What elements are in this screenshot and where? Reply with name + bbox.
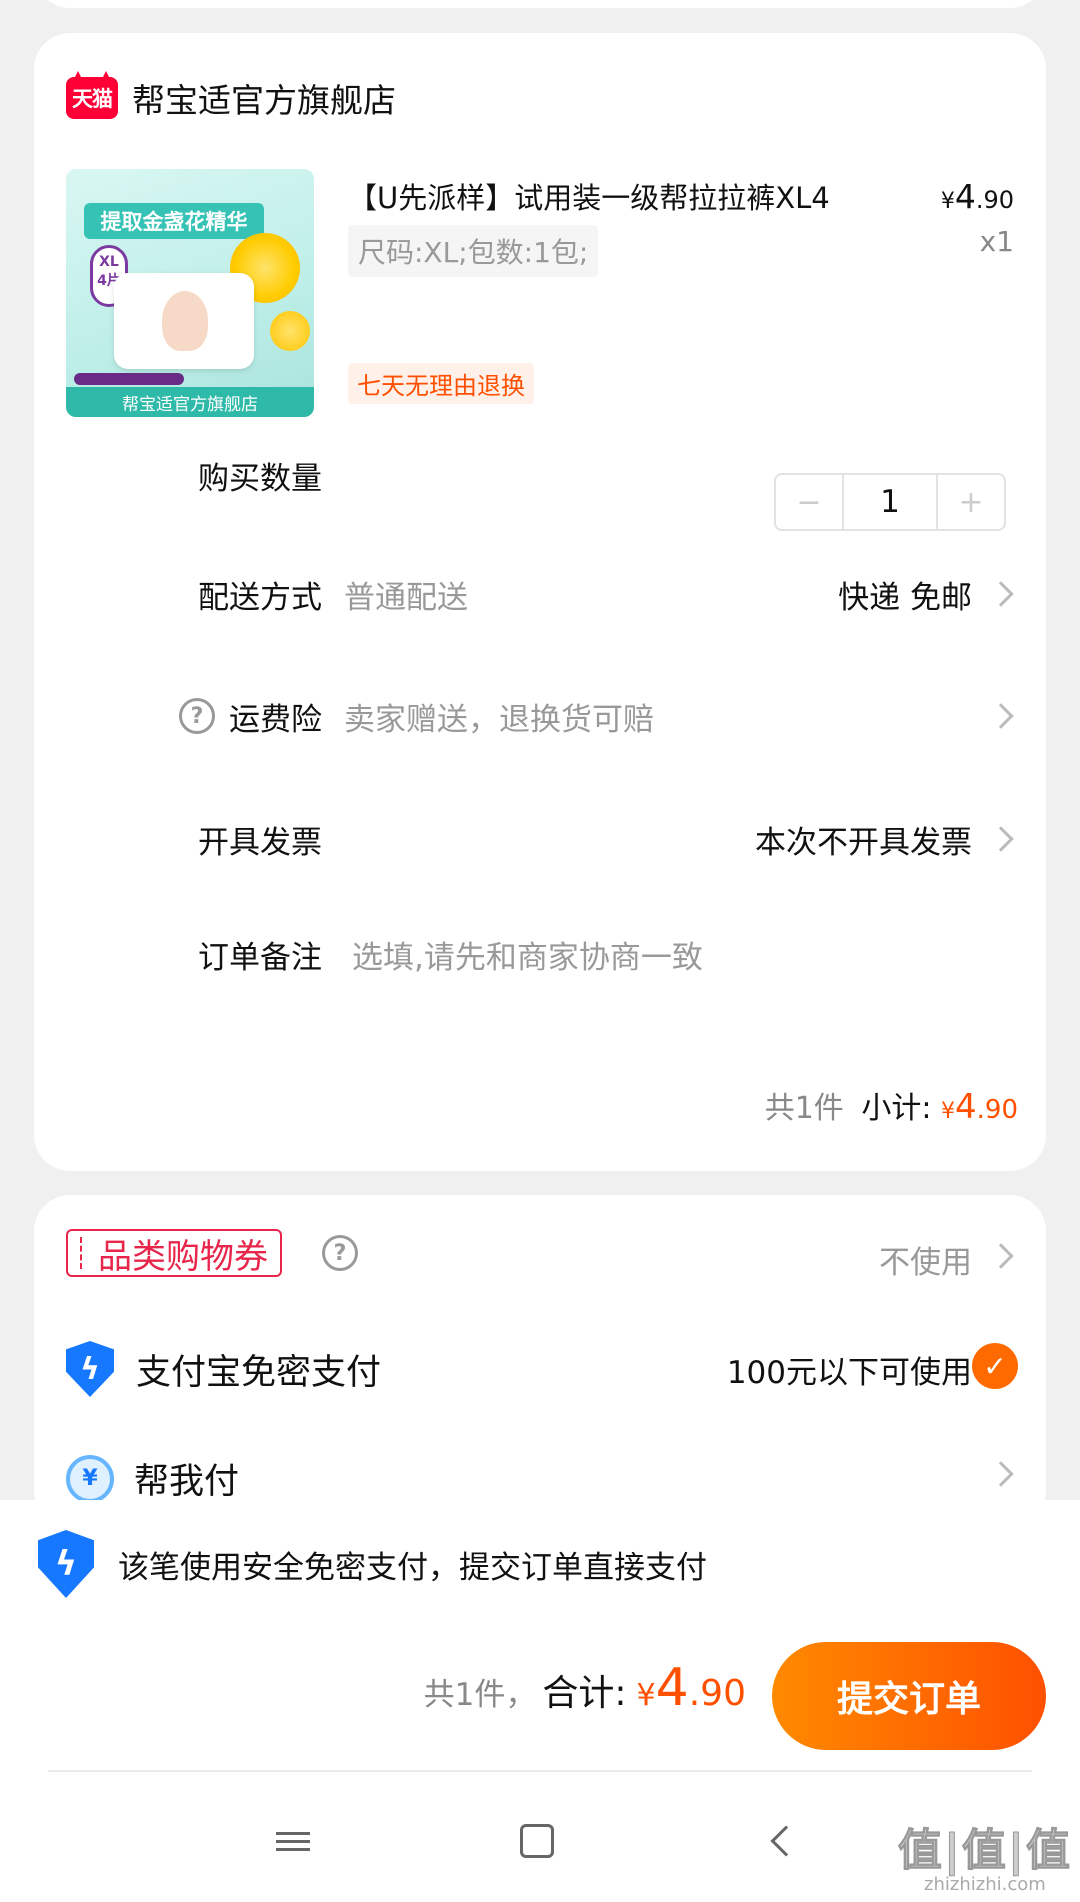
increase-button[interactable]: + <box>938 475 1004 529</box>
divider <box>48 1770 1032 1772</box>
shipping-insurance-row[interactable]: ? 运费险 卖家赠送，退换货可赔 <box>34 686 1046 746</box>
order-note-label: 订单备注 <box>198 939 322 976</box>
store-name: 帮宝适官方旗舰店 <box>132 81 396 120</box>
chevron-right-icon <box>988 703 1014 729</box>
quantity-value[interactable]: 1 <box>842 475 938 529</box>
yen-circle-icon: ¥ <box>66 1454 114 1503</box>
previous-card-edge <box>34 0 1046 8</box>
shipping-insurance-label: ? 运费险 <box>179 694 322 739</box>
subtotal-amount: ¥4.90 <box>941 1087 1018 1127</box>
shipping-insurance-value: 卖家赠送，退换货可赔 <box>344 701 654 738</box>
price-currency: ¥ <box>940 189 955 214</box>
back-chevron-icon <box>770 1825 802 1857</box>
tmall-logo-text: 天猫 <box>72 87 113 111</box>
chevron-right-icon <box>988 826 1014 852</box>
category-coupon-tag: 品类购物券 <box>66 1229 282 1277</box>
product-image-footer: 帮宝适官方旗舰店 <box>66 387 314 417</box>
total-label: 合计: <box>542 1673 627 1714</box>
chevron-right-icon[interactable] <box>988 1243 1014 1269</box>
secure-payment-text: 该笔使用安全免密支付，提交订单直接支付 <box>118 1549 707 1586</box>
total-count: 共1件， <box>423 1677 537 1713</box>
decrease-button[interactable]: − <box>776 475 842 529</box>
shipping-insurance-label-text: 运费险 <box>229 701 322 738</box>
coupon-help-icon[interactable]: ? <box>322 1235 358 1271</box>
lightning-shield-icon: ϟ <box>66 1341 114 1397</box>
secure-payment-notice: ϟ 该笔使用安全免密支付，提交订单直接支付 <box>38 1530 707 1598</box>
subtotal-currency: ¥ <box>941 1099 955 1124</box>
help-me-pay-row[interactable]: ¥ 帮我付 <box>66 1453 239 1504</box>
question-circle-icon[interactable]: ? <box>179 698 215 734</box>
delivery-label: 配送方式 <box>198 579 322 616</box>
price-dec: .90 <box>975 186 1014 214</box>
coupon-value[interactable]: 不使用 <box>879 1237 972 1282</box>
menu-icon[interactable] <box>258 1806 328 1876</box>
product-spec: 尺码:XL;包数:1包; <box>348 225 599 277</box>
size-badge-size: XL <box>99 254 119 270</box>
payment-card: 品类购物券 ? 不使用 ϟ 支付宝免密支付 100元以下可使用 ✓ ¥ 帮我付 <box>34 1195 1046 1525</box>
check-circle-icon[interactable]: ✓ <box>972 1343 1018 1389</box>
product-quantity: x1 <box>979 225 1014 258</box>
product-title[interactable]: 【U先派样】试用装一级帮拉拉裤XL4 <box>348 175 830 217</box>
order-note-row: 订单备注 选填,请先和商家协商一致 <box>34 924 1046 984</box>
invoice-label: 开具发票 <box>198 824 322 861</box>
watermark: 值|值|值 zhizhizhi.com <box>897 1814 1072 1896</box>
subtotal: 共1件 小计: ¥4.90 <box>765 1083 1018 1127</box>
store-order-card: 天猫 帮宝适官方旗舰店 提取金盏花精华 XL 4片 帮宝适官方旗舰店 【U先派样… <box>34 33 1046 1171</box>
delivery-value: 普通配送 <box>344 579 468 616</box>
watermark-logo: 值|值|值 <box>897 1825 1072 1877</box>
home-button[interactable] <box>502 1806 572 1876</box>
alipay-password-free-row: ϟ 支付宝免密支付 <box>66 1341 381 1397</box>
alipay-label: 支付宝免密支付 <box>136 1352 382 1393</box>
delivery-row[interactable]: 配送方式 普通配送 快递 免邮 <box>34 564 1046 624</box>
delivery-method: 快递 免邮 <box>838 579 972 616</box>
store-header[interactable]: 天猫 帮宝适官方旗舰店 <box>66 73 396 123</box>
weight-range-strip <box>74 373 184 385</box>
order-confirm-page: 天猫 帮宝适官方旗舰店 提取金盏花精华 XL 4片 帮宝适官方旗舰店 【U先派样… <box>0 0 1080 1902</box>
back-button[interactable] <box>746 1806 816 1876</box>
invoice-row[interactable]: 开具发票 本次不开具发票 <box>34 809 1046 869</box>
subtotal-dec: .90 <box>976 1095 1018 1125</box>
product-image[interactable]: 提取金盏花精华 XL 4片 帮宝适官方旗舰店 <box>66 169 314 417</box>
return-policy-tag: 七天无理由退换 <box>348 363 534 404</box>
submit-order-button[interactable]: 提交订单 <box>772 1642 1046 1750</box>
invoice-value: 本次不开具发票 <box>755 824 972 861</box>
chevron-right-icon <box>988 581 1014 607</box>
order-total: 共1件， 合计: ¥4.90 <box>424 1658 746 1718</box>
price-int: 4 <box>954 177 976 216</box>
total-dec: .90 <box>688 1673 746 1714</box>
quantity-stepper: − 1 + <box>774 473 1006 531</box>
diaper-pack-picture <box>114 273 254 369</box>
total-int: 4 <box>655 1658 689 1718</box>
home-square-icon <box>520 1824 554 1858</box>
product-image-banner: 提取金盏花精华 <box>84 203 264 239</box>
quantity-label: 购买数量 <box>198 460 322 497</box>
total-amount: ¥4.90 <box>637 1658 746 1718</box>
subtotal-count: 共1件 <box>764 1091 844 1126</box>
tmall-logo-icon: 天猫 <box>66 77 118 119</box>
subtotal-int: 4 <box>955 1087 977 1127</box>
lightning-shield-icon: ϟ <box>38 1530 94 1598</box>
subtotal-label: 小计: <box>861 1091 932 1126</box>
total-currency: ¥ <box>636 1678 656 1713</box>
chevron-right-icon[interactable] <box>988 1461 1014 1487</box>
order-note-input[interactable]: 选填,请先和商家协商一致 <box>352 932 703 977</box>
alipay-limit-text: 100元以下可使用 <box>726 1355 972 1391</box>
product-price: ¥4.90 <box>941 177 1014 216</box>
marigold-flower-small-icon <box>270 311 310 351</box>
help-me-pay-label: 帮我付 <box>134 1462 240 1502</box>
